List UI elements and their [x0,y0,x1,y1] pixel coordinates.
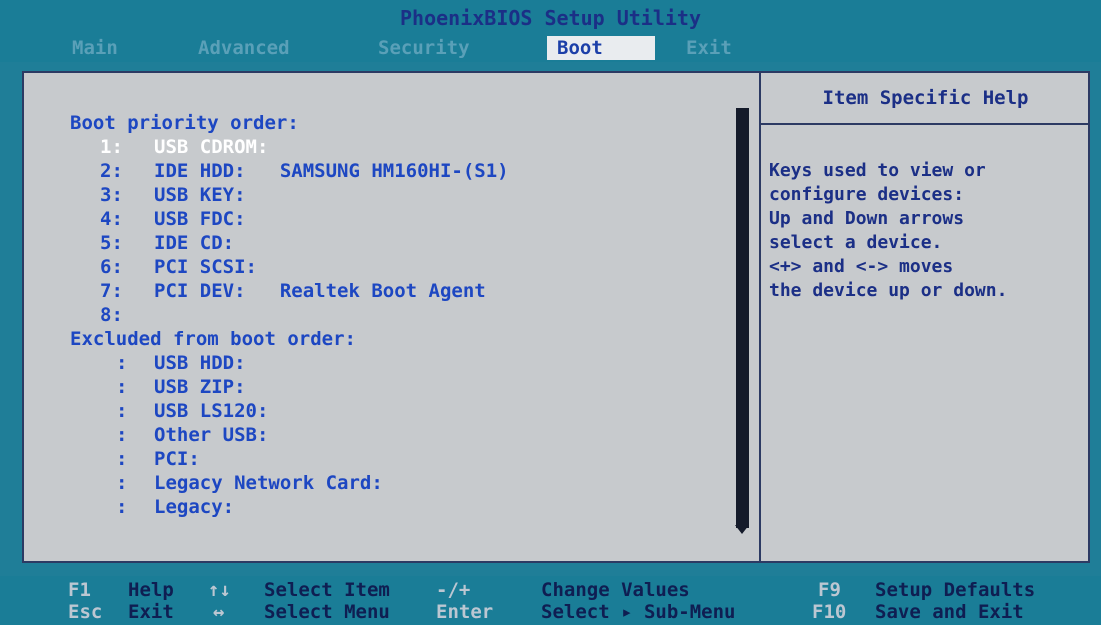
scroll-down-arrow-icon[interactable] [735,525,749,534]
footer-key-updown-icon: ↑↓ [208,579,231,601]
boot-item-4-num: 4: [100,208,123,230]
help-line-6: the device up or down. [769,280,1008,301]
help-line-1: Keys used to view or [769,160,986,181]
footer-desc-help: Help [128,579,174,601]
footer-desc-select-item: Select Item [264,579,390,601]
excluded-item-5-num: : [116,448,128,470]
footer-key-minus-plus: -/+ [436,579,471,601]
help-separator [761,123,1090,125]
excluded-item-4[interactable]: Other USB: [154,423,268,447]
excluded-item-2-num: : [116,376,128,398]
footer-key-esc: Esc [68,601,103,623]
boot-item-3-num: 3: [100,184,123,206]
menu-bar: Main Advanced Security Boot Exit [0,34,1101,62]
boot-item-8-num: 8: [100,304,123,326]
excluded-item-2[interactable]: USB ZIP: [154,375,246,399]
boot-item-1[interactable]: USB CDROM: [154,135,268,159]
footer-key-f9: F9 [818,579,841,601]
excluded-item-5[interactable]: PCI: [154,447,200,471]
menu-boot[interactable]: Boot [547,36,655,60]
main-panel: Boot priority order: 1: USB CDROM: 2: ID… [22,71,1090,563]
help-line-5: <+> and <-> moves [769,256,954,277]
excluded-item-7-num: : [116,496,128,518]
boot-item-3[interactable]: USB KEY: [154,183,246,207]
help-title: Item Specific Help [822,87,1029,109]
title-bar: PhoenixBIOS Setup Utility [0,0,1101,34]
boot-item-6-num: 6: [100,256,123,278]
footer-desc-setup-defaults: Setup Defaults [875,579,1036,601]
excluded-item-4-num: : [116,424,128,446]
excluded-item-3-num: : [116,400,128,422]
excluded-item-1[interactable]: USB HDD: [154,351,246,375]
boot-item-5-num: 5: [100,232,123,254]
help-line-4: select a device. [769,232,943,253]
footer-desc-change-values: Change Values [541,579,690,601]
panel-divider [759,73,761,561]
menu-main[interactable]: Main [62,36,128,60]
menu-security[interactable]: Security [368,36,480,60]
scrollbar[interactable] [736,108,749,528]
menu-advanced[interactable]: Advanced [188,36,300,60]
footer-desc-save-exit: Save and Exit [875,601,1024,623]
excluded-item-6-num: : [116,472,128,494]
bios-title: PhoenixBIOS Setup Utility [399,6,702,30]
help-line-2: configure devices: [769,184,965,205]
footer-desc-select-submenu: Select ▸ Sub-Menu [541,601,736,623]
excluded-item-1-num: : [116,352,128,374]
boot-item-7-num: 7: [100,280,123,302]
boot-item-5[interactable]: IDE CD: [154,231,234,255]
boot-item-4[interactable]: USB FDC: [154,207,246,231]
key-help-footer: F1 Help ↑↓ Select Item -/+ Change Values… [0,576,1101,625]
boot-item-2[interactable]: IDE HDD: SAMSUNG HM160HI-(S1) [154,159,509,183]
boot-item-2-num: 2: [100,160,123,182]
excluded-item-7[interactable]: Legacy: [154,495,234,519]
boot-item-1-num: 1: [100,136,123,158]
excluded-item-3[interactable]: USB LS120: [154,399,268,423]
footer-desc-select-menu: Select Menu [264,601,390,623]
footer-key-f10: F10 [812,601,847,623]
menu-exit[interactable]: Exit [676,36,742,60]
boot-item-6[interactable]: PCI SCSI: [154,255,257,279]
boot-list-area: Boot priority order: 1: USB CDROM: 2: ID… [24,73,737,561]
footer-desc-exit: Exit [128,601,174,623]
boot-priority-heading: Boot priority order: [70,112,299,134]
excluded-item-6[interactable]: Legacy Network Card: [154,471,383,495]
help-line-3: Up and Down arrows [769,208,965,229]
excluded-heading: Excluded from boot order: [70,328,356,350]
footer-key-leftright-icon: ↔ [213,601,225,623]
boot-item-7[interactable]: PCI DEV: Realtek Boot Agent [154,279,486,303]
footer-key-f1: F1 [68,579,91,601]
footer-key-enter: Enter [436,601,494,623]
